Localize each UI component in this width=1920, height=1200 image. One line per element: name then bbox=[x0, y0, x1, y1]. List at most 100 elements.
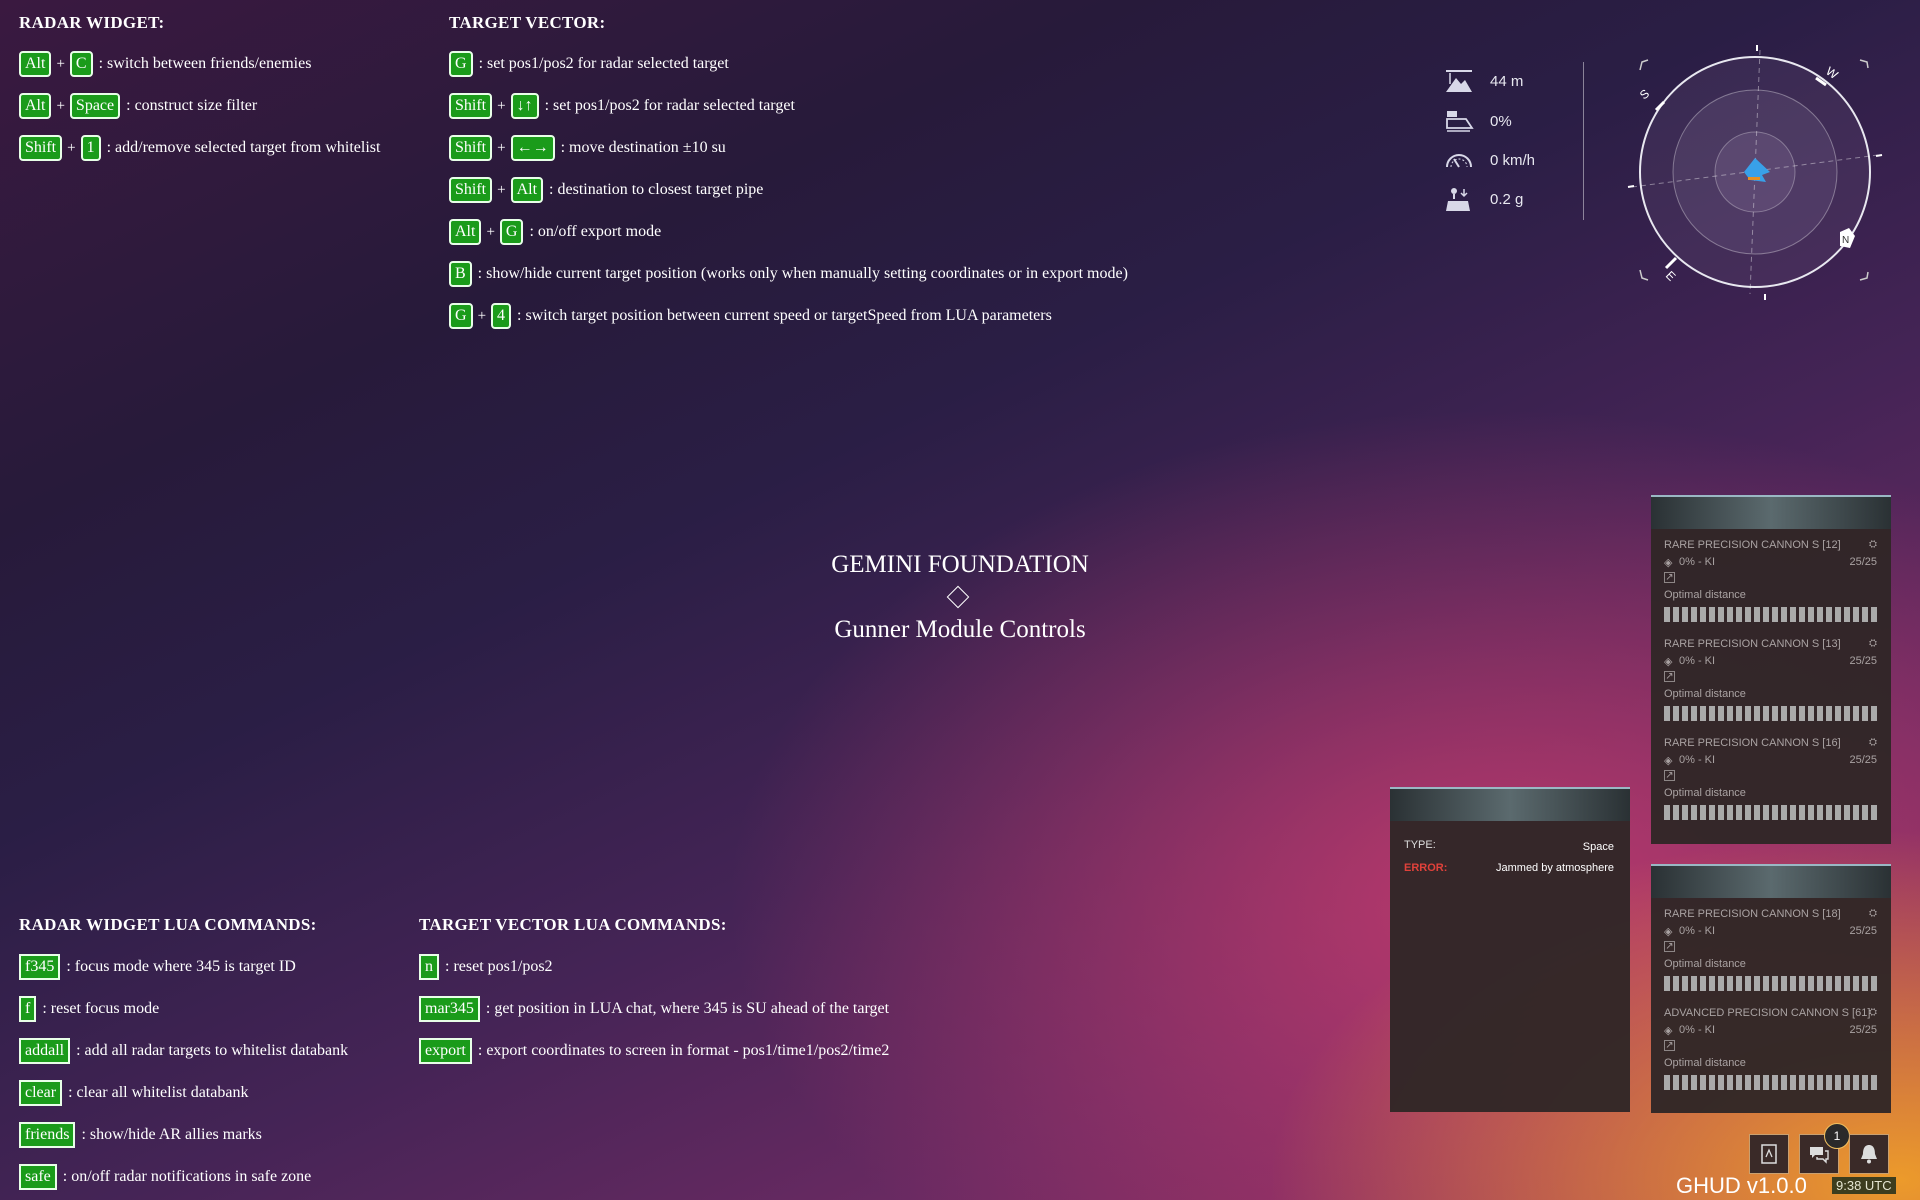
speed-stat: 0 km/h bbox=[1444, 147, 1535, 173]
altitude-stat: 44 m bbox=[1444, 68, 1523, 94]
panel-header bbox=[1651, 866, 1891, 898]
error-label: ERROR: bbox=[1404, 862, 1448, 874]
shortcut-desc: : destination to closest target pipe bbox=[549, 181, 764, 198]
weapon-status: 0% - KI bbox=[1679, 754, 1716, 766]
compass-label-w: W bbox=[1823, 64, 1841, 82]
gravity-icon bbox=[1446, 188, 1470, 211]
weapon-ammo: 25/25 bbox=[1849, 925, 1877, 937]
hit-chance-icon: ◈ bbox=[1664, 755, 1673, 767]
weapon-row[interactable]: RARE PRECISION CANNON S [13] ⛭ ◈ 0% - KI… bbox=[1651, 628, 1891, 727]
gravity-value: 0.2 g bbox=[1490, 190, 1524, 208]
type-label: TYPE: bbox=[1404, 839, 1436, 851]
diamond-icon bbox=[946, 585, 970, 609]
key-cap: Shift bbox=[19, 135, 63, 161]
shortcut-desc: : show/hide current target position (wor… bbox=[477, 265, 1128, 282]
weapon-settings-icon[interactable]: ⛭ bbox=[1869, 539, 1877, 550]
hit-chance-icon: ◈ bbox=[1664, 1025, 1673, 1037]
shortcut-desc: : set pos1/pos2 for radar selected targe… bbox=[544, 97, 795, 114]
throttle-value: 0% bbox=[1490, 112, 1512, 130]
lua-command-desc: : show/hide AR allies marks bbox=[81, 1126, 262, 1143]
weapon-row[interactable]: RARE PRECISION CANNON S [18] ⛭ ◈ 0% - KI… bbox=[1651, 898, 1891, 997]
key-cap: G bbox=[449, 303, 473, 329]
key-cap: B bbox=[449, 261, 472, 287]
bell-icon bbox=[1861, 1145, 1877, 1164]
shortcut-desc: : move destination ±10 su bbox=[560, 139, 726, 156]
hit-chance-icon: ◈ bbox=[1664, 926, 1673, 938]
vector-shortcut-row: Shift + Alt : destination to closest targ… bbox=[449, 177, 763, 203]
weapon-settings-icon[interactable]: ⛭ bbox=[1869, 1007, 1877, 1018]
weapon-name: RARE PRECISION CANNON S [18] bbox=[1664, 908, 1841, 920]
ammo-type-icon: ↗ bbox=[1664, 572, 1675, 583]
shortcut-desc: : switch between friends/enemies bbox=[98, 55, 312, 72]
weapons-panel: RARE PRECISION CANNON S [18] ⛭ ◈ 0% - KI… bbox=[1651, 864, 1891, 1113]
lua-command: clear bbox=[19, 1080, 63, 1106]
lua-command-row: f : reset focus mode bbox=[19, 996, 159, 1022]
optimal-distance-label: Optimal distance bbox=[1664, 958, 1746, 970]
key-cap: Alt bbox=[449, 219, 482, 245]
lua-command-row: n : reset pos1/pos2 bbox=[419, 954, 553, 980]
optimal-distance-bar bbox=[1664, 607, 1877, 622]
type-value: Space bbox=[1582, 841, 1614, 853]
panel-header bbox=[1390, 789, 1630, 821]
lua-command-desc: : reset focus mode bbox=[42, 1000, 160, 1017]
lua-command-row: f345 : focus mode where 345 is target ID bbox=[19, 954, 296, 980]
center-subtitle: Gunner Module Controls bbox=[834, 616, 1086, 643]
ammo-type-icon: ↗ bbox=[1664, 1040, 1675, 1051]
weapon-row[interactable]: RARE PRECISION CANNON S [16] ⛭ ◈ 0% - KI… bbox=[1651, 727, 1891, 826]
lua-command-row: export : export coordinates to screen in… bbox=[419, 1038, 889, 1064]
hit-chance-icon: ◈ bbox=[1664, 557, 1673, 569]
weapon-row[interactable]: RARE PRECISION CANNON S [12] ⛭ ◈ 0% - KI… bbox=[1651, 529, 1891, 628]
ammo-type-icon: ↗ bbox=[1664, 941, 1675, 952]
codex-button[interactable] bbox=[1749, 1134, 1789, 1174]
lua-command: mar345 bbox=[419, 996, 480, 1022]
panel-header bbox=[1651, 497, 1891, 529]
version-label: GHUD v1.0.0 bbox=[1676, 1173, 1807, 1198]
hit-chance-icon: ◈ bbox=[1664, 656, 1673, 668]
key-cap: G bbox=[499, 219, 524, 245]
lua-command: n bbox=[419, 954, 439, 980]
weapon-ammo: 25/25 bbox=[1849, 556, 1877, 568]
optimal-distance-bar bbox=[1664, 976, 1877, 991]
radar-shortcut-row: Shift + 1 : add/remove selected target fr… bbox=[19, 135, 380, 161]
target-info-panel: TYPE: Space ERROR: Jammed by atmosphere bbox=[1390, 787, 1630, 1112]
weapon-settings-icon[interactable]: ⛭ bbox=[1869, 737, 1877, 748]
lua-command-desc: : on/off radar notifications in safe zon… bbox=[62, 1168, 312, 1185]
lua-command: addall bbox=[19, 1038, 71, 1064]
vector-shortcut-row: Alt + G : on/off export mode bbox=[449, 219, 661, 245]
key-cap: ↓↑ bbox=[510, 93, 539, 119]
weapon-status: 0% - KI bbox=[1679, 556, 1716, 568]
weapon-ammo: 25/25 bbox=[1849, 1024, 1877, 1036]
key-cap: Shift bbox=[449, 135, 493, 161]
lua-command-row: friends : show/hide AR allies marks bbox=[19, 1122, 262, 1148]
vector-shortcut-row: Shift + ←→ : move destination ±10 su bbox=[449, 135, 726, 161]
key-cap: Space bbox=[69, 93, 121, 119]
weapon-settings-icon[interactable]: ⛭ bbox=[1869, 908, 1877, 919]
target-vector-title: TARGET VECTOR: bbox=[449, 13, 606, 32]
lua-command-row: mar345 : get position in LUA chat, where… bbox=[419, 996, 889, 1022]
lua-command: export bbox=[419, 1038, 472, 1064]
lua-command-desc: : reset pos1/pos2 bbox=[445, 958, 553, 975]
shortcut-desc: : set pos1/pos2 for radar selected targe… bbox=[478, 55, 729, 72]
chat-icon bbox=[1810, 1147, 1829, 1164]
weapon-name: ADVANCED PRECISION CANNON S [61] bbox=[1664, 1007, 1871, 1019]
weapons-panel: RARE PRECISION CANNON S [12] ⛭ ◈ 0% - KI… bbox=[1651, 495, 1891, 844]
altitude-value: 44 m bbox=[1490, 72, 1524, 90]
radar-lua-title: RADAR WIDGET LUA COMMANDS: bbox=[19, 915, 317, 934]
notifications-button[interactable] bbox=[1849, 1134, 1889, 1174]
key-cap: 4 bbox=[491, 303, 512, 329]
weapon-name: RARE PRECISION CANNON S [16] bbox=[1664, 737, 1841, 749]
weapon-settings-icon[interactable]: ⛭ bbox=[1869, 638, 1877, 649]
radar-shortcut-row: Alt + Space : construct size filter bbox=[19, 93, 257, 119]
vector-shortcut-row: B : show/hide current target position (w… bbox=[449, 261, 1128, 287]
gravity-stat: 0.2 g bbox=[1444, 186, 1523, 212]
lua-command: friends bbox=[19, 1122, 76, 1148]
weapon-ammo: 25/25 bbox=[1849, 754, 1877, 766]
throttle-stat: 0% bbox=[1444, 108, 1512, 134]
key-cap: 1 bbox=[80, 135, 101, 161]
clock-label: 9:38 UTC bbox=[1832, 1177, 1896, 1194]
key-cap: Alt bbox=[510, 177, 544, 203]
weapon-ammo: 25/25 bbox=[1849, 655, 1877, 667]
altitude-icon bbox=[1446, 70, 1472, 92]
speed-value: 0 km/h bbox=[1490, 151, 1536, 169]
weapon-row[interactable]: ADVANCED PRECISION CANNON S [61] ⛭ ◈ 0% … bbox=[1651, 997, 1891, 1096]
